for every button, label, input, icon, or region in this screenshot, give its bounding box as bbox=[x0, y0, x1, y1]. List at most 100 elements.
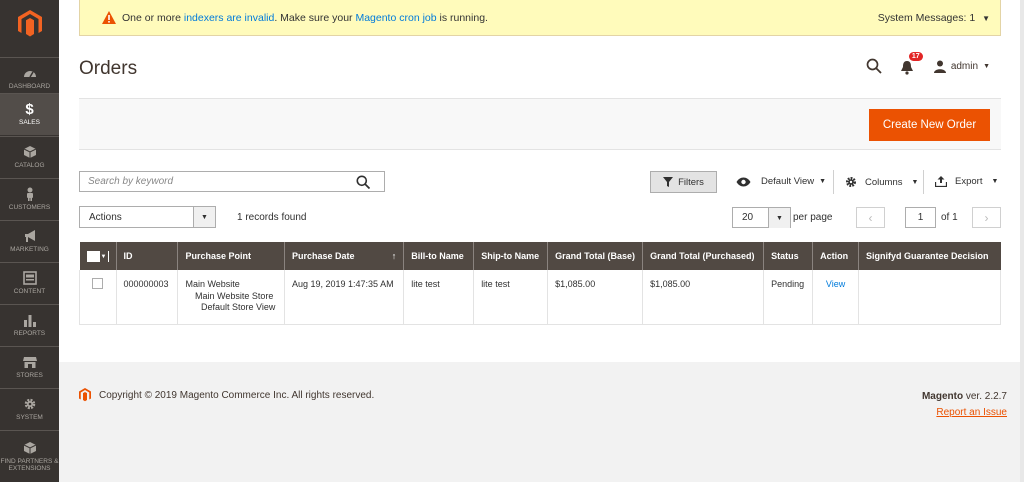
default-view-dropdown[interactable]: Default View ▼ bbox=[736, 176, 826, 187]
megaphone-icon bbox=[24, 230, 35, 243]
column-header-ship-to-name[interactable]: Ship-to Name bbox=[473, 242, 549, 270]
user-name: admin bbox=[950, 60, 979, 72]
chevron-down-icon: ▼ bbox=[99, 251, 108, 263]
page-size-select[interactable]: 20 ▼ bbox=[732, 207, 791, 228]
report-issue-link[interactable]: Report an Issue bbox=[936, 407, 1007, 418]
sidebar-item-label: Dashboard bbox=[8, 83, 51, 91]
row-checkbox[interactable] bbox=[92, 278, 104, 289]
toolbar-divider bbox=[833, 170, 834, 194]
main-content: One or more indexers are invalid. Make s… bbox=[59, 0, 1024, 482]
sidebar-item-customers[interactable]: Customers bbox=[0, 178, 59, 220]
sidebar-item-label: Reports bbox=[13, 330, 46, 338]
sidebar-item-label: Customers bbox=[8, 204, 51, 212]
per-page-label: per page bbox=[793, 212, 833, 223]
user-menu[interactable]: admin ▼ bbox=[933, 60, 990, 73]
column-header-bill-to-name[interactable]: Bill-to Name bbox=[403, 242, 475, 270]
previous-page-button[interactable]: ‹ bbox=[856, 207, 885, 228]
next-page-button[interactable]: › bbox=[972, 207, 1001, 228]
chevron-down-icon: ▼ bbox=[983, 62, 990, 70]
export-dropdown[interactable]: Export ▼ bbox=[935, 176, 998, 187]
notification-count-badge: 17 bbox=[908, 52, 923, 61]
sidebar-item-label: Stores bbox=[16, 372, 43, 380]
footer-version: Magento ver. 2.2.7 Report an Issue bbox=[921, 391, 1007, 418]
cell-action: View bbox=[812, 270, 860, 325]
page-footer: Copyright © 2019 Magento Commerce Inc. A… bbox=[59, 362, 1024, 482]
message-text: One or more indexers are invalid. Make s… bbox=[122, 11, 488, 24]
box-icon bbox=[23, 441, 36, 454]
sidebar-item-content[interactable]: Content bbox=[0, 262, 59, 304]
cron-job-link[interactable]: Magento cron job bbox=[355, 12, 436, 24]
search-input[interactable]: Search by keyword bbox=[79, 171, 385, 192]
magento-logo[interactable] bbox=[0, 0, 59, 48]
sidebar-item-marketing[interactable]: Marketing bbox=[0, 220, 59, 262]
scrollbar[interactable] bbox=[1020, 0, 1024, 482]
cell-grand-total-purchased: $1,085.00 bbox=[642, 270, 765, 325]
page-total: of 1 bbox=[941, 212, 958, 223]
indexers-link[interactable]: indexers are invalid bbox=[184, 12, 274, 24]
column-header-grand-total-base[interactable]: Grand Total (Base) bbox=[547, 242, 644, 270]
sidebar-item-reports[interactable]: Reports bbox=[0, 304, 59, 346]
column-header-status[interactable]: Status bbox=[763, 242, 814, 270]
sort-arrow-icon: ↑ bbox=[391, 251, 397, 261]
cell-purchase-point: Main Website Main Website Store Default … bbox=[177, 270, 285, 325]
sidebar-item-stores[interactable]: Stores bbox=[0, 346, 59, 388]
column-header-purchase-point[interactable]: Purchase Point bbox=[177, 242, 285, 270]
page-actions-bar: Create New Order bbox=[79, 98, 1001, 150]
column-header-signifyd[interactable]: Signifyd Guarantee Decision bbox=[858, 242, 1001, 270]
mass-select-header[interactable]: ▼ bbox=[79, 242, 117, 270]
chevron-down-icon: ▼ bbox=[193, 207, 215, 227]
cell-grand-total-base: $1,085.00 bbox=[547, 270, 644, 325]
cell-ship-to-name: lite test bbox=[473, 270, 549, 325]
search-icon[interactable] bbox=[866, 58, 882, 74]
bell-icon bbox=[900, 61, 913, 75]
table-row[interactable]: 000000003 Main Website Main Website Stor… bbox=[79, 270, 1001, 325]
gear-icon bbox=[846, 177, 856, 187]
speedometer-icon bbox=[23, 71, 36, 78]
sidebar-item-label: Find Partners & Extensions bbox=[0, 457, 59, 472]
cell-purchase-date: Aug 19, 2019 1:47:35 AM bbox=[283, 270, 405, 325]
chevron-down-icon: ▼ bbox=[819, 178, 827, 185]
chevron-left-icon: ‹ bbox=[868, 210, 873, 225]
cell-signifyd bbox=[858, 270, 1001, 325]
dollar-icon: $ bbox=[25, 101, 34, 119]
system-message-bar: One or more indexers are invalid. Make s… bbox=[79, 0, 1001, 36]
cell-bill-to-name: lite test bbox=[403, 270, 475, 325]
filters-button[interactable]: Filters bbox=[650, 171, 717, 193]
page-number-input[interactable]: 1 bbox=[905, 207, 936, 228]
orders-grid: ▼ ID Purchase Point Purchase Date ↑ Bill-… bbox=[79, 242, 1001, 325]
warning-icon bbox=[102, 11, 116, 24]
row-select-cell bbox=[79, 270, 117, 325]
create-new-order-button[interactable]: Create New Order bbox=[869, 109, 990, 141]
sidebar-item-system[interactable]: System bbox=[0, 388, 59, 430]
sidebar-item-catalog[interactable]: Catalog bbox=[0, 136, 59, 178]
notifications-button[interactable]: 17 bbox=[900, 52, 923, 75]
system-messages-toggle[interactable]: System Messages: 1 ▼ bbox=[878, 12, 990, 24]
person-icon bbox=[26, 187, 33, 202]
export-icon bbox=[935, 176, 947, 187]
chevron-down-icon: ▼ bbox=[768, 208, 790, 228]
column-header-purchase-date[interactable]: Purchase Date ↑ bbox=[284, 242, 405, 270]
column-header-grand-total-purchased[interactable]: Grand Total (Purchased) bbox=[642, 242, 765, 270]
column-header-id[interactable]: ID bbox=[116, 242, 179, 270]
cell-id: 000000003 bbox=[115, 270, 179, 325]
user-icon bbox=[933, 60, 946, 73]
magento-logo-icon bbox=[79, 388, 91, 402]
chevron-down-icon: ▼ bbox=[982, 14, 990, 23]
search-icon[interactable] bbox=[356, 175, 370, 189]
cube-icon bbox=[23, 146, 36, 159]
chevron-down-icon: ▼ bbox=[911, 178, 919, 186]
header-actions: 17 admin ▼ bbox=[866, 52, 990, 75]
gear-icon bbox=[24, 399, 35, 410]
mass-actions-select[interactable]: Actions ▼ bbox=[79, 206, 216, 228]
sidebar-item-label: Content bbox=[13, 288, 46, 296]
page-title: Orders bbox=[79, 58, 138, 79]
filter-icon bbox=[663, 177, 674, 187]
sidebar-item-sales[interactable]: $ Sales bbox=[0, 93, 59, 135]
columns-dropdown[interactable]: Columns ▼ bbox=[845, 176, 918, 188]
admin-sidebar: Dashboard $ Sales Catalog Customers Mark… bbox=[0, 0, 59, 482]
eye-icon bbox=[736, 177, 751, 186]
sidebar-item-partners[interactable]: Find Partners & Extensions bbox=[0, 430, 59, 482]
mass-select-checkbox[interactable]: ▼ bbox=[86, 251, 109, 263]
layout-icon bbox=[22, 271, 37, 286]
view-order-link[interactable]: View bbox=[826, 279, 845, 289]
